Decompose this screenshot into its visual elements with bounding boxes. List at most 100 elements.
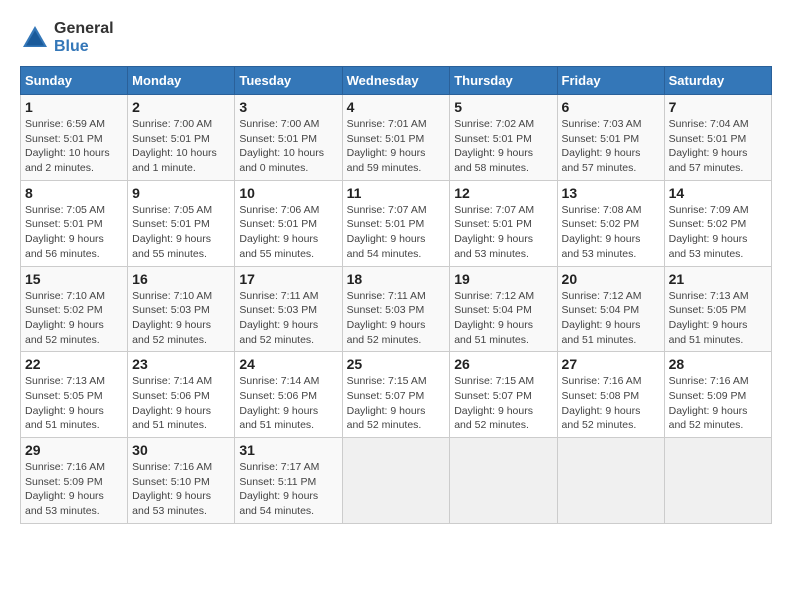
calendar-day-10: 10 Sunrise: 7:06 AMSunset: 5:01 PMDaylig…	[235, 180, 342, 266]
day-info: Sunrise: 7:04 AMSunset: 5:01 PMDaylight:…	[669, 118, 749, 174]
day-number: 26	[454, 356, 552, 372]
calendar-day-20: 20 Sunrise: 7:12 AMSunset: 5:04 PMDaylig…	[557, 266, 664, 352]
day-number: 7	[669, 99, 767, 115]
day-number: 14	[669, 185, 767, 201]
empty-cell	[664, 438, 771, 524]
day-number: 8	[25, 185, 123, 201]
logo: General Blue	[20, 20, 114, 56]
col-header-thursday: Thursday	[450, 67, 557, 95]
day-number: 5	[454, 99, 552, 115]
calendar-day-14: 14 Sunrise: 7:09 AMSunset: 5:02 PMDaylig…	[664, 180, 771, 266]
calendar-day-9: 9 Sunrise: 7:05 AMSunset: 5:01 PMDayligh…	[128, 180, 235, 266]
day-info: Sunrise: 7:10 AMSunset: 5:03 PMDaylight:…	[132, 290, 212, 346]
calendar-day-5: 5 Sunrise: 7:02 AMSunset: 5:01 PMDayligh…	[450, 95, 557, 181]
calendar-day-15: 15 Sunrise: 7:10 AMSunset: 5:02 PMDaylig…	[21, 266, 128, 352]
day-number: 31	[239, 442, 337, 458]
calendar-day-29: 29 Sunrise: 7:16 AMSunset: 5:09 PMDaylig…	[21, 438, 128, 524]
col-header-friday: Friday	[557, 67, 664, 95]
col-header-saturday: Saturday	[664, 67, 771, 95]
calendar-day-21: 21 Sunrise: 7:13 AMSunset: 5:05 PMDaylig…	[664, 266, 771, 352]
day-info: Sunrise: 7:11 AMSunset: 5:03 PMDaylight:…	[239, 290, 318, 346]
day-number: 4	[347, 99, 446, 115]
day-number: 10	[239, 185, 337, 201]
day-info: Sunrise: 7:09 AMSunset: 5:02 PMDaylight:…	[669, 204, 749, 260]
day-info: Sunrise: 7:00 AMSunset: 5:01 PMDaylight:…	[132, 118, 217, 174]
calendar-day-3: 3 Sunrise: 7:00 AMSunset: 5:01 PMDayligh…	[235, 95, 342, 181]
logo-icon	[20, 23, 50, 53]
col-header-sunday: Sunday	[21, 67, 128, 95]
day-number: 27	[562, 356, 660, 372]
calendar-day-19: 19 Sunrise: 7:12 AMSunset: 5:04 PMDaylig…	[450, 266, 557, 352]
calendar-day-24: 24 Sunrise: 7:14 AMSunset: 5:06 PMDaylig…	[235, 352, 342, 438]
day-number: 24	[239, 356, 337, 372]
col-header-wednesday: Wednesday	[342, 67, 450, 95]
day-number: 19	[454, 271, 552, 287]
day-number: 18	[347, 271, 446, 287]
day-info: Sunrise: 7:05 AMSunset: 5:01 PMDaylight:…	[132, 204, 212, 260]
day-number: 12	[454, 185, 552, 201]
calendar-day-17: 17 Sunrise: 7:11 AMSunset: 5:03 PMDaylig…	[235, 266, 342, 352]
day-info: Sunrise: 7:03 AMSunset: 5:01 PMDaylight:…	[562, 118, 642, 174]
calendar-day-18: 18 Sunrise: 7:11 AMSunset: 5:03 PMDaylig…	[342, 266, 450, 352]
day-info: Sunrise: 7:02 AMSunset: 5:01 PMDaylight:…	[454, 118, 534, 174]
day-info: Sunrise: 7:12 AMSunset: 5:04 PMDaylight:…	[562, 290, 642, 346]
empty-cell	[450, 438, 557, 524]
day-info: Sunrise: 6:59 AMSunset: 5:01 PMDaylight:…	[25, 118, 110, 174]
day-info: Sunrise: 7:06 AMSunset: 5:01 PMDaylight:…	[239, 204, 319, 260]
day-number: 3	[239, 99, 337, 115]
calendar-day-16: 16 Sunrise: 7:10 AMSunset: 5:03 PMDaylig…	[128, 266, 235, 352]
calendar-day-28: 28 Sunrise: 7:16 AMSunset: 5:09 PMDaylig…	[664, 352, 771, 438]
calendar-day-22: 22 Sunrise: 7:13 AMSunset: 5:05 PMDaylig…	[21, 352, 128, 438]
day-info: Sunrise: 7:11 AMSunset: 5:03 PMDaylight:…	[347, 290, 426, 346]
day-info: Sunrise: 7:16 AMSunset: 5:09 PMDaylight:…	[25, 461, 105, 517]
calendar-day-31: 31 Sunrise: 7:17 AMSunset: 5:11 PMDaylig…	[235, 438, 342, 524]
day-number: 16	[132, 271, 230, 287]
day-info: Sunrise: 7:17 AMSunset: 5:11 PMDaylight:…	[239, 461, 319, 517]
day-number: 2	[132, 99, 230, 115]
day-info: Sunrise: 7:01 AMSunset: 5:01 PMDaylight:…	[347, 118, 427, 174]
day-info: Sunrise: 7:15 AMSunset: 5:07 PMDaylight:…	[454, 375, 534, 431]
calendar-day-23: 23 Sunrise: 7:14 AMSunset: 5:06 PMDaylig…	[128, 352, 235, 438]
day-number: 15	[25, 271, 123, 287]
day-number: 1	[25, 99, 123, 115]
col-header-tuesday: Tuesday	[235, 67, 342, 95]
day-info: Sunrise: 7:14 AMSunset: 5:06 PMDaylight:…	[132, 375, 212, 431]
day-number: 30	[132, 442, 230, 458]
day-number: 29	[25, 442, 123, 458]
day-number: 21	[669, 271, 767, 287]
calendar-table: SundayMondayTuesdayWednesdayThursdayFrid…	[20, 66, 772, 524]
day-info: Sunrise: 7:15 AMSunset: 5:07 PMDaylight:…	[347, 375, 427, 431]
day-number: 6	[562, 99, 660, 115]
day-info: Sunrise: 7:16 AMSunset: 5:08 PMDaylight:…	[562, 375, 642, 431]
page-header: General Blue	[20, 20, 772, 56]
day-info: Sunrise: 7:16 AMSunset: 5:09 PMDaylight:…	[669, 375, 749, 431]
calendar-day-6: 6 Sunrise: 7:03 AMSunset: 5:01 PMDayligh…	[557, 95, 664, 181]
day-number: 20	[562, 271, 660, 287]
day-number: 23	[132, 356, 230, 372]
calendar-day-1: 1 Sunrise: 6:59 AMSunset: 5:01 PMDayligh…	[21, 95, 128, 181]
day-info: Sunrise: 7:13 AMSunset: 5:05 PMDaylight:…	[669, 290, 749, 346]
day-number: 17	[239, 271, 337, 287]
day-number: 11	[347, 185, 446, 201]
calendar-day-13: 13 Sunrise: 7:08 AMSunset: 5:02 PMDaylig…	[557, 180, 664, 266]
day-info: Sunrise: 7:10 AMSunset: 5:02 PMDaylight:…	[25, 290, 105, 346]
empty-cell	[557, 438, 664, 524]
logo-text: General Blue	[54, 20, 114, 56]
day-info: Sunrise: 7:00 AMSunset: 5:01 PMDaylight:…	[239, 118, 324, 174]
day-info: Sunrise: 7:16 AMSunset: 5:10 PMDaylight:…	[132, 461, 212, 517]
calendar-day-2: 2 Sunrise: 7:00 AMSunset: 5:01 PMDayligh…	[128, 95, 235, 181]
day-info: Sunrise: 7:12 AMSunset: 5:04 PMDaylight:…	[454, 290, 534, 346]
calendar-day-7: 7 Sunrise: 7:04 AMSunset: 5:01 PMDayligh…	[664, 95, 771, 181]
day-number: 22	[25, 356, 123, 372]
day-info: Sunrise: 7:14 AMSunset: 5:06 PMDaylight:…	[239, 375, 319, 431]
day-number: 13	[562, 185, 660, 201]
day-info: Sunrise: 7:07 AMSunset: 5:01 PMDaylight:…	[347, 204, 427, 260]
day-info: Sunrise: 7:13 AMSunset: 5:05 PMDaylight:…	[25, 375, 105, 431]
calendar-day-26: 26 Sunrise: 7:15 AMSunset: 5:07 PMDaylig…	[450, 352, 557, 438]
calendar-day-12: 12 Sunrise: 7:07 AMSunset: 5:01 PMDaylig…	[450, 180, 557, 266]
day-number: 28	[669, 356, 767, 372]
calendar-day-27: 27 Sunrise: 7:16 AMSunset: 5:08 PMDaylig…	[557, 352, 664, 438]
day-info: Sunrise: 7:08 AMSunset: 5:02 PMDaylight:…	[562, 204, 642, 260]
day-info: Sunrise: 7:07 AMSunset: 5:01 PMDaylight:…	[454, 204, 534, 260]
day-info: Sunrise: 7:05 AMSunset: 5:01 PMDaylight:…	[25, 204, 105, 260]
